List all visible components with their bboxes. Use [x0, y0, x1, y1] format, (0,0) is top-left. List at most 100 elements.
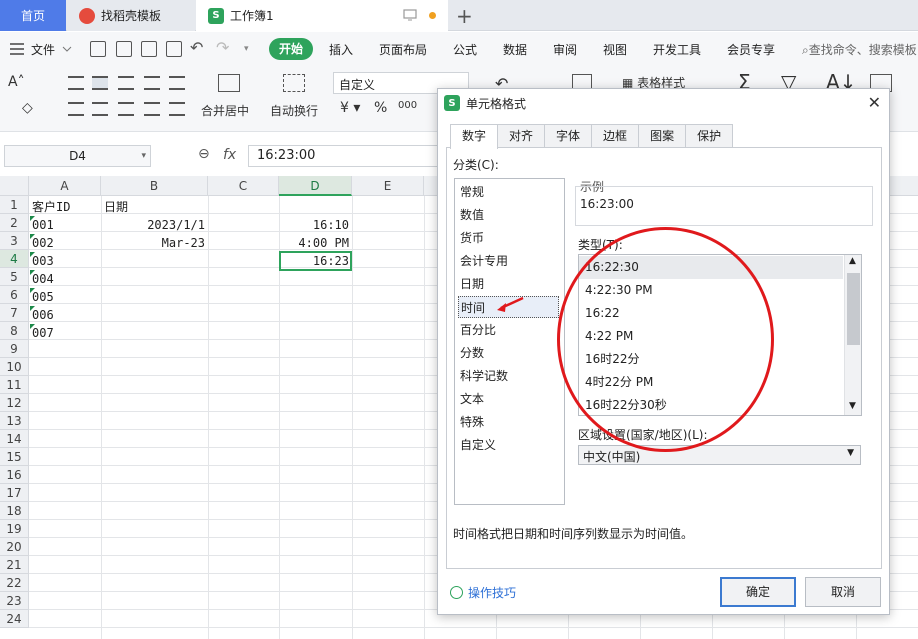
wrap-text-button[interactable]: 自动换行: [270, 102, 318, 119]
row-header[interactable]: 2: [0, 214, 29, 232]
tab-border[interactable]: 边框: [591, 124, 640, 148]
menu-page-layout[interactable]: 页面布局: [379, 41, 427, 58]
category-accounting[interactable]: 会计专用: [460, 250, 561, 272]
category-general[interactable]: 常规: [460, 181, 561, 203]
row-header[interactable]: 7: [0, 304, 29, 322]
menu-data[interactable]: 数据: [503, 41, 527, 58]
fx-icon[interactable]: fx: [223, 147, 236, 163]
category-special[interactable]: 特殊: [460, 411, 561, 433]
row-header[interactable]: 24: [0, 610, 29, 628]
row-header[interactable]: 15: [0, 448, 29, 466]
currency-icon[interactable]: ¥ ▾: [340, 100, 360, 116]
row-header[interactable]: 5: [0, 268, 29, 286]
category-date[interactable]: 日期: [460, 273, 561, 295]
cell-a8[interactable]: 007: [32, 324, 54, 342]
row-header[interactable]: 11: [0, 376, 29, 394]
hamburger-icon[interactable]: [10, 43, 24, 55]
row-header[interactable]: 23: [0, 592, 29, 610]
row-header[interactable]: 4: [0, 250, 29, 268]
column-header-e[interactable]: E: [352, 176, 424, 196]
thousands-icon[interactable]: 000: [398, 100, 417, 111]
row-header[interactable]: 3: [0, 232, 29, 250]
row-header[interactable]: 13: [0, 412, 29, 430]
tab-home[interactable]: 首页: [0, 0, 66, 31]
close-icon[interactable]: ✕: [868, 93, 881, 112]
category-number[interactable]: 数值: [460, 204, 561, 226]
row-header[interactable]: 10: [0, 358, 29, 376]
menu-review[interactable]: 审阅: [553, 41, 577, 58]
menu-view[interactable]: 视图: [603, 41, 627, 58]
cancel-button[interactable]: 取消: [805, 577, 881, 607]
row-header[interactable]: 8: [0, 322, 29, 340]
row-header[interactable]: 6: [0, 286, 29, 304]
undo-icon[interactable]: ↶: [190, 38, 203, 57]
new-tab-icon[interactable]: +: [456, 4, 473, 28]
distributed-icon[interactable]: [169, 102, 185, 116]
tab-workbook[interactable]: S 工作簿1: [196, 0, 448, 31]
menu-formulas[interactable]: 公式: [453, 41, 477, 58]
column-header-a[interactable]: A: [29, 176, 101, 196]
align-center-icon[interactable]: [92, 102, 108, 116]
monitor-icon[interactable]: [403, 9, 417, 21]
menu-insert[interactable]: 插入: [329, 41, 353, 58]
font-size-increase-icon[interactable]: A˄: [8, 74, 25, 90]
cell-a4[interactable]: 003: [32, 252, 54, 270]
align-bottom-icon[interactable]: [118, 76, 134, 90]
name-box[interactable]: D4 ▾: [4, 145, 151, 167]
cell-a6[interactable]: 005: [32, 288, 54, 306]
indent-increase-icon[interactable]: [169, 76, 185, 90]
align-middle-icon[interactable]: [92, 76, 108, 90]
row-header[interactable]: 12: [0, 394, 29, 412]
cell-b2[interactable]: 2023/1/1: [101, 216, 205, 234]
category-text[interactable]: 文本: [460, 388, 561, 410]
percent-icon[interactable]: %: [374, 100, 387, 116]
row-header[interactable]: 17: [0, 484, 29, 502]
justify-icon[interactable]: [144, 102, 160, 116]
indent-decrease-icon[interactable]: [144, 76, 160, 90]
row-header[interactable]: 19: [0, 520, 29, 538]
menu-start[interactable]: 开始: [269, 38, 313, 60]
print-preview-icon[interactable]: [166, 41, 182, 57]
print-icon[interactable]: [141, 41, 157, 57]
row-header[interactable]: 21: [0, 556, 29, 574]
merge-center-button[interactable]: 合并居中: [201, 102, 249, 119]
more-chevron-icon[interactable]: ▾: [244, 44, 249, 54]
select-all-corner[interactable]: [0, 176, 29, 196]
row-header[interactable]: 20: [0, 538, 29, 556]
cell-a3[interactable]: 002: [32, 234, 54, 252]
type-list-scrollbar[interactable]: ▲ ▼: [844, 255, 861, 415]
category-percentage[interactable]: 百分比: [460, 319, 561, 341]
tab-pattern[interactable]: 图案: [638, 124, 687, 148]
locale-select[interactable]: 中文(中国) ▼: [578, 445, 861, 465]
cell-a5[interactable]: 004: [32, 270, 54, 288]
export-pdf-icon[interactable]: [116, 41, 132, 57]
align-right-icon[interactable]: [118, 102, 134, 116]
row-header[interactable]: 18: [0, 502, 29, 520]
tab-font[interactable]: 字体: [544, 124, 593, 148]
category-custom[interactable]: 自定义: [460, 434, 561, 456]
wrap-text-icon[interactable]: [283, 74, 305, 92]
cell-a2[interactable]: 001: [32, 216, 54, 234]
column-header-b[interactable]: B: [101, 176, 208, 196]
menu-developer[interactable]: 开发工具: [653, 41, 701, 58]
cell-b1[interactable]: 日期: [104, 198, 128, 216]
scrollbar-thumb[interactable]: [847, 273, 860, 345]
category-fraction[interactable]: 分数: [460, 342, 561, 364]
merge-cells-icon[interactable]: [218, 74, 240, 92]
cell-a1[interactable]: 客户ID: [32, 198, 70, 216]
ok-button[interactable]: 确定: [720, 577, 796, 607]
clear-format-icon[interactable]: ◇: [22, 100, 33, 116]
tab-number[interactable]: 数字: [450, 124, 499, 149]
cell-d3[interactable]: 4:00 PM: [279, 234, 349, 252]
scroll-up-icon[interactable]: ▲: [849, 256, 856, 266]
category-currency[interactable]: 货币: [460, 227, 561, 249]
tab-daoke-templates[interactable]: 找稻壳模板: [67, 0, 195, 31]
column-header-d[interactable]: D: [279, 176, 352, 196]
redo-icon[interactable]: ↷: [216, 38, 229, 57]
align-top-icon[interactable]: [68, 76, 84, 90]
save-icon[interactable]: [90, 41, 106, 57]
row-header[interactable]: 22: [0, 574, 29, 592]
cell-b3[interactable]: Mar-23: [101, 234, 205, 252]
formula-input[interactable]: 16:23:00: [248, 145, 438, 167]
menu-file[interactable]: 文件: [31, 41, 55, 58]
